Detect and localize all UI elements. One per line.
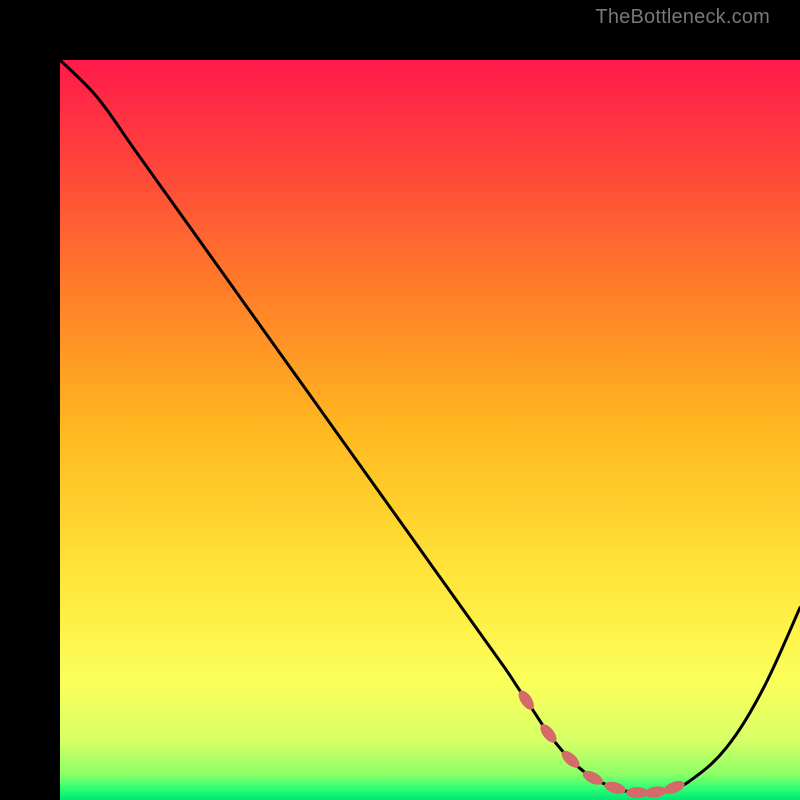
watermark-text: TheBottleneck.com bbox=[595, 6, 770, 29]
valley-dot bbox=[644, 785, 667, 799]
bottleneck-curve bbox=[60, 60, 800, 800]
valley-dot bbox=[662, 778, 687, 796]
chart-frame bbox=[30, 30, 770, 770]
valley-dot bbox=[603, 779, 627, 796]
plot-area bbox=[60, 60, 800, 800]
